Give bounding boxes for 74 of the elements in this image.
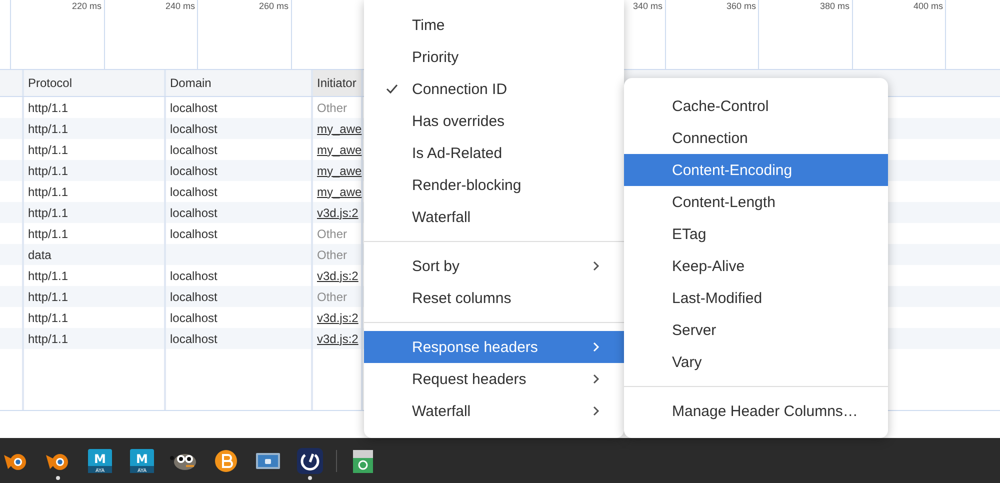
menu-item[interactable]: Reset columns [364,282,624,314]
menu-item[interactable]: Connection [624,122,888,154]
initiator-link[interactable]: my_awe [317,164,362,178]
time-tick-label: 340 ms [632,1,664,11]
table-cell: http/1.1 [28,184,68,198]
initiator-link[interactable]: v3d.js:2 [317,332,358,346]
table-cell: localhost [170,184,218,198]
menu-item[interactable]: Vary [624,346,888,378]
time-tick-label: 260 ms [258,1,290,11]
menu-item[interactable]: Manage Header Columns… [624,395,888,427]
table-cell: localhost [170,100,218,114]
time-tick-label: 220 ms [72,1,102,11]
table-cell: http/1.1 [28,142,68,156]
initiator-link[interactable]: my_awe [317,142,362,156]
initiator-link[interactable]: v3d.js:2 [317,310,358,324]
initiator-link[interactable]: my_awe [317,122,362,136]
menu-item[interactable]: Waterfall [364,395,624,427]
trash-icon[interactable] [351,448,375,474]
menu-item[interactable]: Response headers [364,331,624,363]
menu-item[interactable]: Cache-Control [624,90,888,122]
table-cell: data [28,248,52,262]
table-cell: http/1.1 [28,164,68,178]
menu-item[interactable]: Server [624,314,888,346]
menu-item[interactable]: Waterfall [364,201,624,233]
time-tick-label: 400 ms [913,1,944,11]
gauge-icon[interactable] [297,448,323,474]
menu-item[interactable]: Time [364,9,624,41]
time-tick-label: 380 ms [820,1,850,11]
table-cell: http/1.1 [28,206,68,220]
chevron-icon [592,374,600,384]
table-cell: Other [317,290,348,304]
table-cell: localhost [170,268,218,282]
table-cell: localhost [170,290,218,304]
table-cell: Other [317,100,348,114]
menu-item[interactable]: Sort by [364,250,624,282]
table-cell: http/1.1 [28,290,68,304]
menu-item[interactable]: Request headers [364,363,624,395]
coin-icon[interactable] [214,448,238,472]
menu-item[interactable]: Content-Length [624,186,888,218]
table-cell: localhost [170,164,218,178]
table-cell: http/1.1 [28,268,68,282]
menu-item[interactable]: Last-Modified [624,282,888,314]
time-tick-label: 240 ms [165,1,196,11]
table-cell: http/1.1 [28,100,68,114]
table-cell: Other [317,248,348,262]
table-cell: localhost [170,332,218,346]
column-header[interactable]: Domain [170,76,212,90]
menu-item[interactable]: Keep-Alive [624,250,888,282]
table-cell: localhost [170,310,218,324]
menu-item[interactable]: Has overrides [364,105,624,137]
menu-item[interactable]: ETag [624,218,888,250]
initiator-link[interactable]: v3d.js:2 [317,206,358,220]
table-cell: http/1.1 [28,310,68,324]
table-cell: Other [317,226,348,240]
chevron-icon [592,261,600,271]
initiator-link[interactable]: my_awe [317,184,362,198]
menu-item[interactable]: Render-blocking [364,169,624,201]
time-tick-label: 360 ms [726,1,757,11]
table-cell: localhost [170,142,218,156]
chevron-icon [592,406,600,416]
table-cell: localhost [170,226,218,240]
column-header[interactable]: Protocol [28,76,72,90]
table-cell: http/1.1 [28,332,68,346]
table-cell: localhost [170,206,218,220]
menu-item[interactable]: Connection ID [364,73,624,105]
menu-item[interactable]: Content-Encoding [624,154,888,186]
chevron-icon [592,342,600,352]
table-cell: http/1.1 [28,122,68,136]
initiator-link[interactable]: v3d.js:2 [317,268,358,282]
table-cell: http/1.1 [28,226,68,240]
table-cell: localhost [170,122,218,136]
menu-item[interactable]: Is Ad-Related [364,137,624,169]
menu-item[interactable]: Priority [364,41,624,73]
screenshot-icon[interactable] [255,450,281,470]
